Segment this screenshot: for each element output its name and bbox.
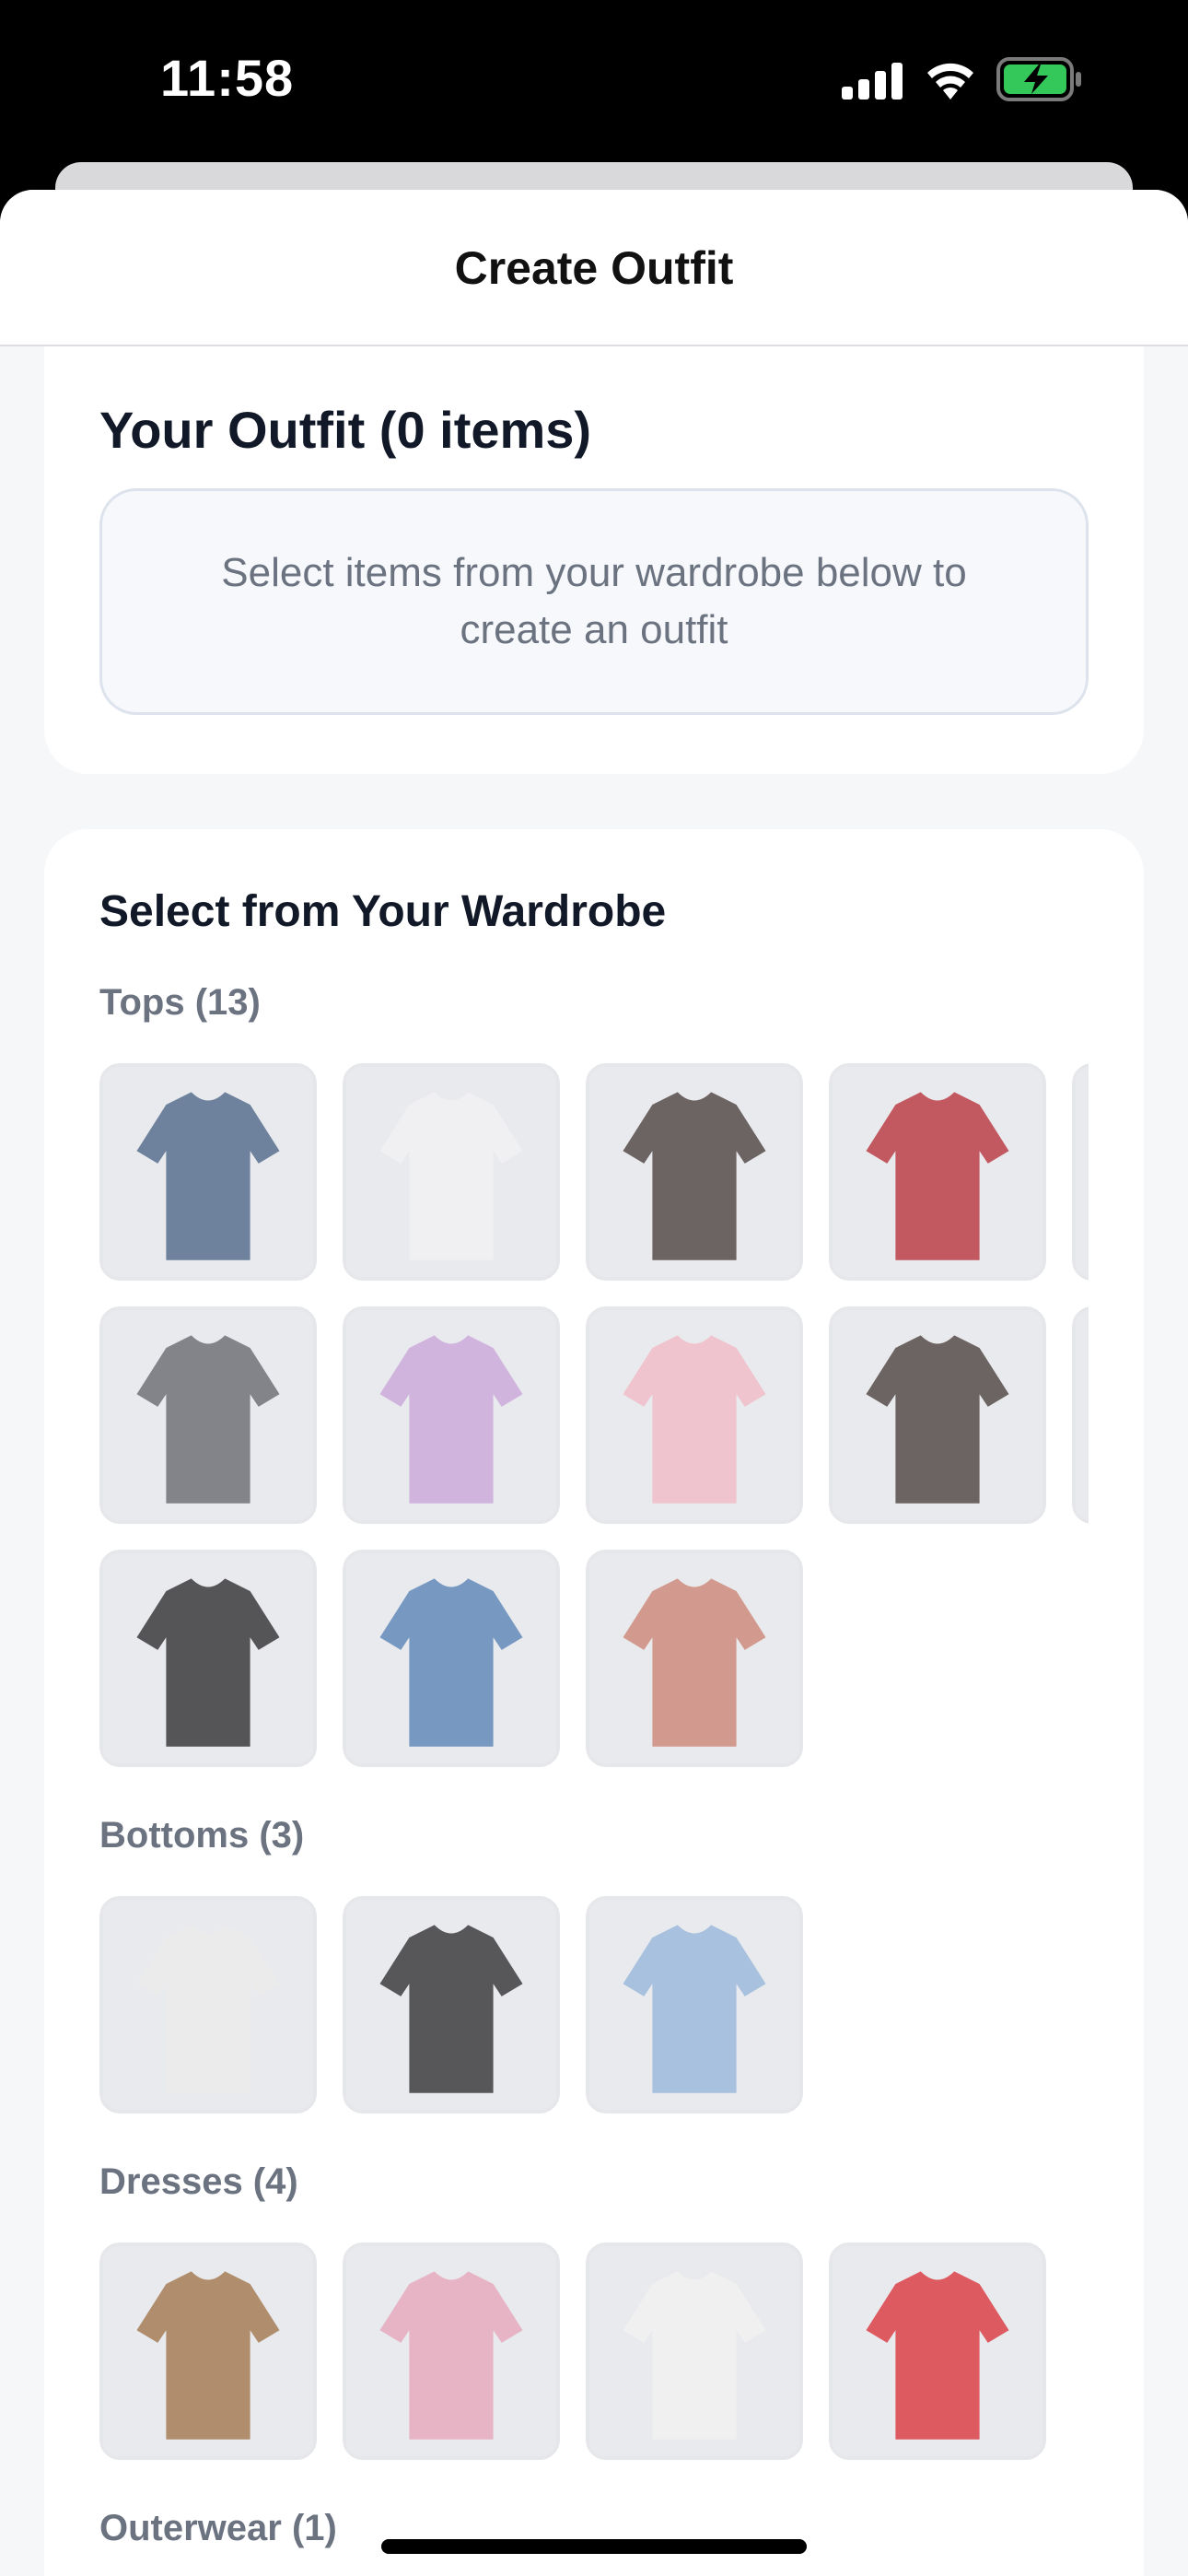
wardrobe-item[interactable] [343,1896,560,2113]
sheet-title: Create Outfit [454,242,734,294]
wardrobe-card: Select from Your Wardrobe Tops (13) Bott… [44,829,1144,2576]
item-photo [103,1900,313,2110]
status-bar: 11:58 [0,0,1188,164]
outfit-empty-state: Select items from your wardrobe below to… [99,488,1089,715]
tops-row-3 [99,1550,1089,1767]
category-label-tops: Tops (13) [99,982,261,1023]
wardrobe-item[interactable] [343,1306,560,1524]
wardrobe-item[interactable] [1072,1063,1089,1281]
item-photo [833,1067,1042,1277]
item-photo [103,2246,313,2456]
item-photo [103,1310,313,1520]
item-photo [589,2246,799,2456]
wardrobe-item[interactable] [586,1306,803,1524]
item-photo [346,1310,556,1520]
item-photo [103,1067,313,1277]
item-photo [833,2246,1042,2456]
outfit-card: Your Outfit (0 items) Select items from … [44,346,1144,774]
battery-charging-icon [996,57,1081,101]
outfit-title: Your Outfit (0 items) [99,401,592,459]
wardrobe-item[interactable] [829,1063,1046,1281]
dresses-row [99,2242,1089,2460]
sheet-header: Create Outfit [0,190,1188,346]
item-photo [1076,1310,1089,1520]
item-photo [103,1553,313,1763]
bottoms-row [99,1896,1089,2113]
wardrobe-item[interactable] [1072,1306,1089,1524]
wardrobe-item[interactable] [343,2242,560,2460]
wardrobe-title: Select from Your Wardrobe [99,887,667,936]
empty-state-message: Select items from your wardrobe below to… [221,550,967,652]
item-photo [589,1067,799,1277]
item-photo [833,1310,1042,1520]
item-photo [589,1553,799,1763]
status-time: 11:58 [160,49,295,107]
item-photo [346,1067,556,1277]
wifi-icon [927,63,973,100]
item-photo [346,1900,556,2110]
item-photo [589,1310,799,1520]
wardrobe-item[interactable] [99,2242,317,2460]
wardrobe-item[interactable] [99,1306,317,1524]
tops-row-1 [99,1063,1089,1281]
create-outfit-sheet: Create Outfit Your Outfit (0 items) Sele… [0,190,1188,2576]
item-photo [1076,1067,1089,1277]
wardrobe-item[interactable] [99,1550,317,1767]
wardrobe-item[interactable] [586,1550,803,1767]
wardrobe-item[interactable] [99,1063,317,1281]
category-label-dresses: Dresses (4) [99,2161,298,2202]
tops-row-2 [99,1306,1089,1524]
item-photo [346,1553,556,1763]
cellular-signal-icon [842,63,903,100]
wardrobe-item[interactable] [343,1063,560,1281]
wardrobe-item[interactable] [343,1550,560,1767]
wardrobe-item[interactable] [829,2242,1046,2460]
wardrobe-item[interactable] [829,1306,1046,1524]
item-photo [346,2246,556,2456]
category-label-bottoms: Bottoms (3) [99,1815,305,1856]
wardrobe-item[interactable] [586,1896,803,2113]
wardrobe-item[interactable] [99,1896,317,2113]
wardrobe-item[interactable] [586,1063,803,1281]
home-indicator [381,2539,807,2554]
wardrobe-item[interactable] [586,2242,803,2460]
item-photo [589,1900,799,2110]
category-label-outerwear: Outerwear (1) [99,2508,337,2548]
